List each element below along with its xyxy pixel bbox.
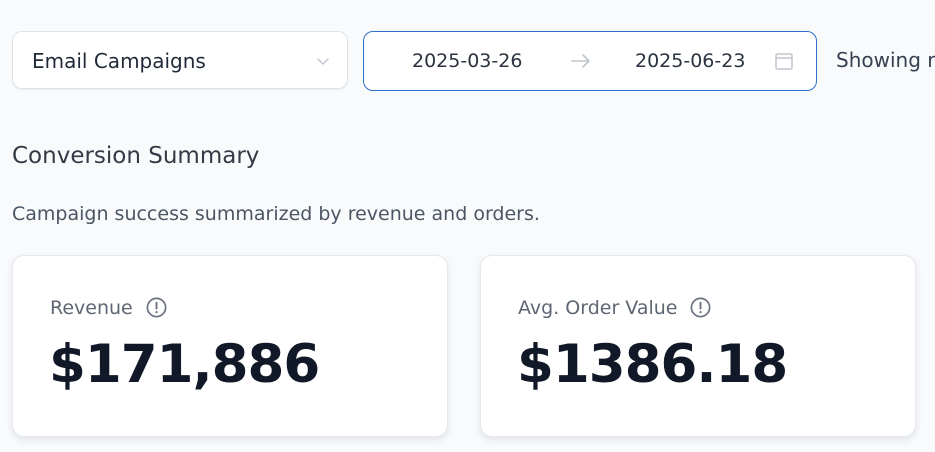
avg-order-value-card: Avg. Order Value $1386.18: [480, 255, 916, 437]
revenue-card: Revenue $171,886: [12, 255, 448, 437]
arrow-right-icon: [571, 54, 590, 68]
section-title: Conversion Summary: [12, 143, 260, 169]
section-subtitle: Campaign success summarized by revenue a…: [12, 203, 540, 225]
avg-order-value-value: $1386.18: [517, 334, 788, 395]
chevron-down-icon: [317, 58, 329, 65]
dashboard-screen: Email Campaigns 2025-03-26 2025-06-23 Sh…: [0, 0, 935, 452]
date-range-end[interactable]: 2025-06-23: [635, 50, 745, 72]
revenue-value: $171,886: [49, 334, 320, 395]
showing-results-text: Showing r: [836, 48, 935, 72]
avg-order-value-label: Avg. Order Value: [518, 296, 678, 319]
revenue-label-row: Revenue: [50, 296, 168, 319]
avg-order-value-label-row: Avg. Order Value: [518, 296, 712, 319]
date-range-picker[interactable]: 2025-03-26 2025-06-23: [363, 31, 817, 91]
campaign-select[interactable]: Email Campaigns: [12, 31, 348, 89]
info-circle-icon[interactable]: [689, 296, 712, 319]
date-range-start[interactable]: 2025-03-26: [412, 50, 522, 72]
revenue-label: Revenue: [50, 296, 133, 319]
calendar-icon[interactable]: [774, 51, 794, 71]
info-circle-icon[interactable]: [145, 296, 168, 319]
campaign-select-value: Email Campaigns: [32, 49, 206, 73]
